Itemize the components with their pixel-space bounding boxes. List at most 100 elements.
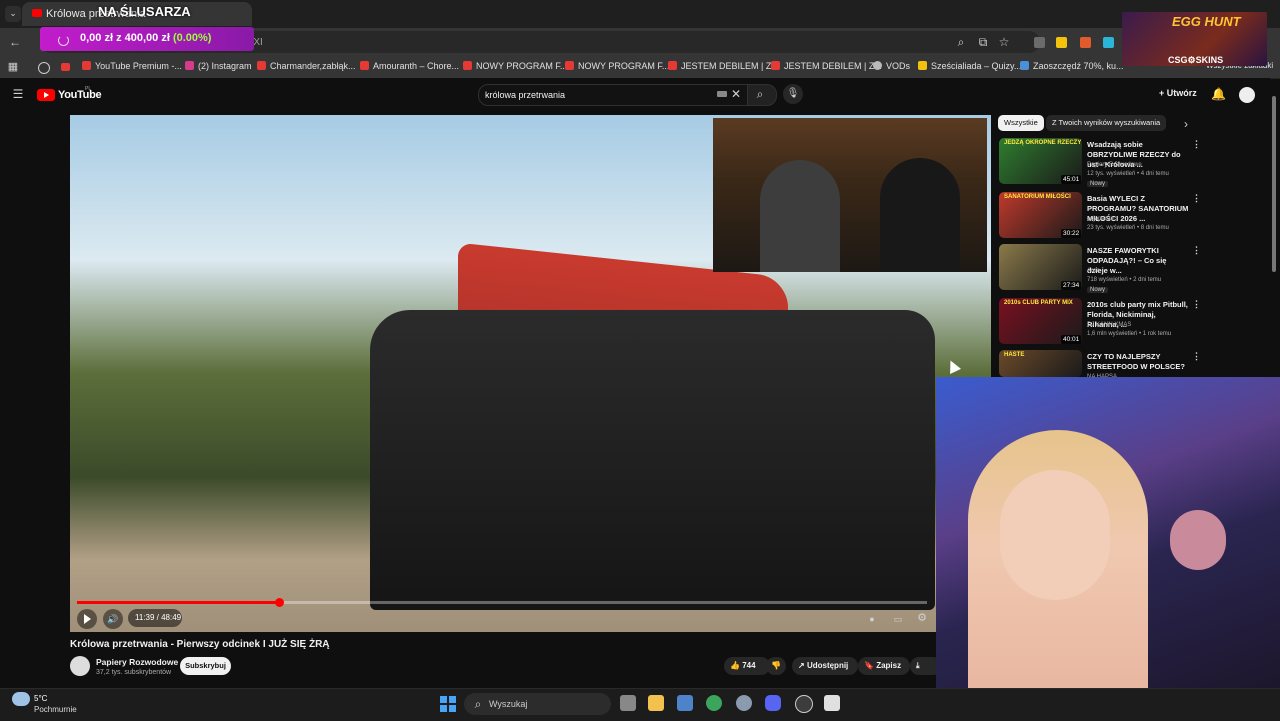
cloud-icon[interactable] — [12, 692, 30, 706]
save-icon: 🔖 — [864, 661, 874, 670]
promo-title: EGG HUNT — [1172, 14, 1241, 29]
bookmark-item[interactable]: NOWY PROGRAM F... — [565, 61, 669, 71]
bookmark-item[interactable]: JESTEM DEBILEM | Z... — [668, 61, 779, 71]
thumbnail-caption: SANATORIUM MIŁOŚCI — [1004, 194, 1071, 200]
hamburger-menu-icon[interactable]: ☰ — [11, 87, 25, 101]
channel-avatar[interactable] — [70, 656, 90, 676]
bookmark-item[interactable]: YouTube Premium -... — [82, 61, 182, 71]
pip-person-left — [760, 160, 840, 272]
recommendation-title[interactable]: NASZE FAWORYTKI ODPADAJĄ?! – Co się dzie… — [1087, 246, 1189, 276]
bookmark-youtube-icon[interactable] — [61, 63, 70, 71]
video-duration: 45:01 — [1061, 175, 1082, 184]
reload-icon[interactable] — [58, 35, 69, 46]
webcam-teddy-bear — [1170, 510, 1226, 570]
zoom-icon[interactable]: ⌕ — [954, 35, 968, 49]
chip-from-search[interactable]: Z Twoich wyników wyszukiwania — [1046, 115, 1167, 131]
subscribe-button[interactable]: Subskrybuj — [180, 657, 231, 675]
more-actions-icon[interactable]: ⋮ — [1192, 139, 1201, 150]
subtitles-icon[interactable]: ▭ — [891, 612, 905, 626]
recommendation-meta: 718 wyświetleń • 2 dni temu — [1087, 277, 1162, 283]
progress-scrubber[interactable] — [275, 598, 284, 607]
taskbar-search-label: Wyszukaj — [489, 699, 528, 709]
bookmark-item[interactable]: (2) Instagram — [185, 61, 252, 71]
new-badge: Nowy — [1087, 287, 1109, 293]
video-frame-jeep — [370, 310, 935, 610]
clear-search-icon[interactable]: ✕ — [730, 87, 742, 101]
time-text: 11:39 / 48:49 — [135, 613, 182, 622]
extension-icon[interactable] — [1056, 37, 1067, 48]
bookmark-item[interactable]: Sześcialiada – Quizy... — [918, 61, 1021, 71]
cast-icon[interactable]: ⧉ — [976, 35, 990, 49]
recommendation-channel[interactable]: DJ KANN XMAS — [1087, 322, 1131, 328]
account-avatar[interactable] — [1239, 87, 1255, 103]
scrollbar[interactable] — [1272, 96, 1276, 272]
like-button[interactable]: 👍 744 — [724, 657, 770, 675]
bookmark-item[interactable]: NOWY PROGRAM F... — [463, 61, 567, 71]
taskbar-search[interactable] — [464, 693, 611, 715]
app-icon[interactable] — [824, 695, 840, 711]
chips-next-icon[interactable]: › — [1180, 117, 1192, 131]
recommendation-meta: 1,6 mln wyświetleń • 1 rok temu — [1087, 331, 1172, 337]
play-icon — [84, 614, 91, 624]
notifications-bell-icon[interactable]: 🔔 — [1211, 87, 1226, 101]
youtube-logo-text[interactable]: YouTube — [58, 89, 102, 101]
thumbnail-caption: HASTE — [1004, 352, 1025, 358]
dislike-button[interactable]: 👎 — [766, 657, 786, 675]
chrome-icon[interactable] — [706, 695, 722, 711]
bookmark-item[interactable]: Amouranth – Chore... — [360, 61, 459, 71]
donation-goal-title: NA ŚLUSARZA — [98, 4, 191, 19]
recommendation-channel[interactable]: cojapacze — [1087, 216, 1114, 222]
donation-goal-text: 0,00 zł z 400,00 zł (0.00%) — [80, 32, 212, 44]
bookmark-star-icon[interactable]: ☆ — [997, 35, 1011, 49]
settings-gear-icon[interactable]: ⚙ — [915, 611, 929, 625]
search-icon: ⌕ — [756, 87, 764, 101]
apps-grid-icon[interactable]: ▦ — [6, 60, 20, 74]
bookmark-item[interactable]: Zaoszczędź 70%, ku... — [1020, 61, 1124, 71]
store-icon[interactable] — [677, 695, 693, 711]
channel-name[interactable]: Papiery Rozwodowe — [96, 657, 178, 667]
more-actions-icon[interactable]: ⋮ — [1192, 193, 1201, 204]
webcam-streamer-face — [1000, 470, 1110, 600]
bookmark-item[interactable]: JESTEM DEBILEM | Z... — [771, 61, 882, 71]
recommendation-meta: 12 tys. wyświetleń • 4 dni temu — [1087, 171, 1169, 177]
search-icon: ⌕ — [474, 697, 482, 711]
youtube-region: PL — [85, 86, 92, 92]
more-actions-icon[interactable]: ⋮ — [1192, 351, 1201, 362]
thumbs-down-icon: 👎 — [771, 661, 781, 670]
weather-temperature[interactable]: 5°C — [34, 694, 47, 703]
video-title: Królowa przetrwania - Pierwszy odcinek I… — [70, 639, 330, 650]
extension-icon[interactable] — [1103, 37, 1114, 48]
autoplay-icon[interactable]: ● — [866, 612, 878, 626]
create-button[interactable]: + Utwórz — [1159, 88, 1197, 98]
share-icon: ↗ — [798, 661, 805, 670]
more-actions-icon[interactable]: ⋮ — [1192, 299, 1201, 310]
more-actions-icon[interactable]: ⋮ — [1192, 245, 1201, 256]
thumbnail-caption: 2010s CLUB PARTY MIX — [1004, 300, 1073, 306]
chip-all[interactable]: Wszystkie — [998, 115, 1044, 131]
save-button[interactable]: 🔖 Zapisz — [858, 657, 910, 675]
search-query: królowa przetrwania — [485, 90, 566, 100]
bookmark-circle-icon[interactable] — [38, 62, 50, 74]
extension-icon[interactable] — [1080, 37, 1091, 48]
keyboard-icon[interactable] — [717, 91, 727, 97]
file-explorer-icon[interactable] — [648, 695, 664, 711]
extension-icon[interactable] — [1034, 37, 1045, 48]
discord-icon[interactable] — [765, 695, 781, 711]
bookmark-item[interactable]: Charmander,zabłąk... — [257, 61, 356, 71]
video-duration: 27:34 — [1061, 281, 1082, 290]
recommendation-channel[interactable]: Papiery Rozwodowe — [1087, 162, 1142, 168]
windows-start-icon[interactable] — [440, 696, 456, 712]
tab-list-icon[interactable]: ⌄ — [5, 6, 21, 22]
video-duration: 30:22 — [1061, 229, 1082, 238]
obs-icon[interactable] — [795, 695, 813, 713]
bookmark-item[interactable]: VODs — [873, 61, 910, 71]
task-view-icon[interactable] — [620, 695, 636, 711]
share-button[interactable]: ↗ Udostępnij — [792, 657, 858, 675]
new-badge: Nowy — [1087, 181, 1109, 187]
recommendation-channel[interactable]: Aron — [1087, 268, 1100, 274]
recommendation-title[interactable]: CZY TO NAJLEPSZY STREETFOOD W POLSCE? — [1087, 352, 1189, 372]
weather-description[interactable]: Pochmurnie — [34, 705, 77, 714]
back-icon[interactable]: ← — [8, 35, 22, 49]
settings-icon[interactable] — [736, 695, 752, 711]
promo-sponsor: CSG⚙SKINS — [1168, 55, 1224, 65]
